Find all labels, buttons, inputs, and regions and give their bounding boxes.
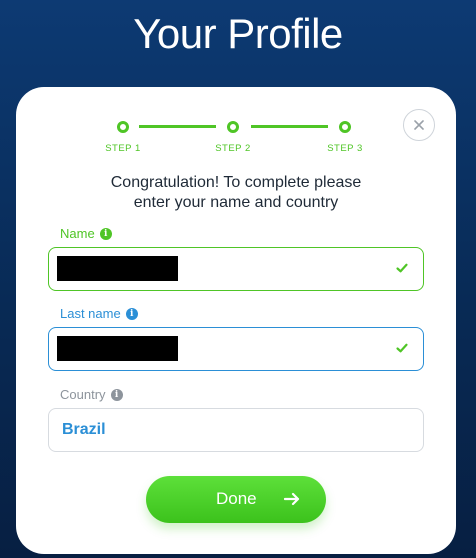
redacted-name-value bbox=[57, 256, 178, 281]
last-name-field[interactable] bbox=[48, 327, 424, 371]
arrow-right-icon bbox=[284, 492, 300, 506]
last-name-label: Last name i bbox=[60, 306, 138, 321]
country-field[interactable]: Brazil bbox=[48, 408, 424, 452]
step-connector-1 bbox=[139, 125, 216, 128]
step-1-label: STEP 1 bbox=[105, 143, 141, 154]
profile-card: STEP 1 STEP 2 STEP 3 Congratulation! To … bbox=[16, 87, 456, 554]
done-button[interactable]: Done bbox=[146, 476, 326, 523]
name-field[interactable] bbox=[48, 247, 424, 291]
name-label-text: Name bbox=[60, 226, 95, 241]
step-connector-2 bbox=[251, 125, 328, 128]
stepper: STEP 1 STEP 2 STEP 3 bbox=[16, 119, 456, 159]
info-icon[interactable]: i bbox=[110, 388, 123, 401]
intro-line-1: Congratulation! To complete please bbox=[110, 174, 362, 191]
last-name-label-text: Last name bbox=[60, 306, 121, 321]
step-3-indicator bbox=[339, 121, 351, 133]
country-label-text: Country bbox=[60, 387, 106, 402]
intro-line-2: enter your name and country bbox=[133, 194, 339, 211]
redacted-last-name-value bbox=[57, 336, 178, 361]
step-2-label: STEP 2 bbox=[215, 143, 251, 154]
name-label: Name i bbox=[60, 226, 112, 241]
step-2-indicator bbox=[227, 121, 239, 133]
check-icon bbox=[396, 343, 408, 353]
info-icon[interactable]: i bbox=[125, 307, 138, 320]
step-3-label: STEP 3 bbox=[327, 143, 363, 154]
info-icon[interactable]: i bbox=[99, 227, 112, 240]
page-title: Your Profile bbox=[133, 10, 343, 57]
country-value: Brazil bbox=[62, 421, 106, 438]
done-button-label: Done bbox=[216, 489, 257, 508]
country-label: Country i bbox=[60, 387, 123, 402]
check-icon bbox=[396, 263, 408, 273]
step-1-indicator bbox=[117, 121, 129, 133]
intro-text: Congratulation! To complete please enter… bbox=[16, 173, 456, 213]
